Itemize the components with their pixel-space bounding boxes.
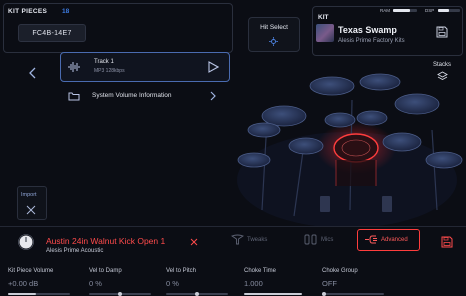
back-button[interactable] [27, 66, 39, 80]
volume-knob[interactable] [18, 234, 34, 250]
chevron-right-icon [210, 91, 216, 101]
drum-kit-view[interactable] [232, 60, 466, 226]
tab-advanced-label: Advanced [381, 237, 408, 243]
dsp-meter-fill [438, 9, 449, 12]
param-choke-time-value[interactable]: 1.000 [244, 279, 263, 288]
kit-piece-volume-slider-fill [8, 293, 36, 295]
kit-subtitle: Alesis Prime Factory Kits [338, 38, 405, 44]
kit-thumbnail [316, 24, 334, 42]
save-piece-button[interactable] [441, 236, 453, 248]
param-vel-to-pitch-label: Vel to Pitch [166, 268, 197, 274]
track-title: Track 1 [94, 59, 114, 65]
param-kit-piece-volume-value[interactable]: +0.00 dB [8, 279, 38, 288]
kit-code-field[interactable]: FC4B-14E7 [18, 24, 86, 42]
choke-time-slider[interactable] [244, 293, 302, 295]
chevron-left-icon [29, 67, 36, 79]
dsp-label: DSP [425, 8, 435, 13]
param-vel-to-damp-value[interactable]: 0 % [89, 279, 102, 288]
tom-2[interactable] [356, 110, 388, 126]
param-vel-to-damp-label: Vel to Damp [89, 268, 122, 274]
clear-piece-button[interactable] [190, 238, 198, 246]
param-kit-piece-volume-label: Kit Piece Volume [8, 268, 54, 274]
tweaks-icon [231, 234, 244, 245]
param-choke-group-value[interactable]: OFF [322, 279, 337, 288]
piece-subtitle: Alesis Prime Acoustic [46, 248, 104, 254]
kit-pieces-label: KIT PIECES [8, 8, 48, 15]
kit-label: KIT [318, 14, 329, 21]
kick-drum[interactable] [333, 133, 379, 186]
cymbal-ride[interactable] [394, 93, 440, 115]
target-icon [269, 37, 278, 46]
close-icon [190, 238, 198, 246]
save-kit-button[interactable] [436, 26, 448, 38]
play-icon [208, 61, 219, 73]
import-label: Import [21, 192, 37, 198]
folder-label: System Volume Information [92, 92, 172, 99]
track-subtitle: MP3 128kbps [94, 68, 125, 74]
piece-name: Austin 24in Walnut Kick Open 1 [46, 236, 166, 246]
pad-right[interactable] [425, 151, 463, 169]
close-icon [26, 205, 36, 215]
choke-group-slider-handle[interactable] [322, 292, 326, 296]
save-icon [441, 236, 453, 248]
save-icon [436, 26, 448, 38]
cymbal-top[interactable] [359, 73, 401, 91]
divider [0, 226, 466, 227]
hit-select-label: Hit Select [260, 24, 288, 31]
folder-open-button[interactable] [208, 90, 218, 102]
tab-mics-label: Mics [321, 237, 334, 243]
choke-group-slider[interactable] [322, 293, 384, 295]
vel-to-pitch-slider-handle[interactable] [195, 292, 199, 296]
mics-icon [304, 234, 317, 245]
waveform-icon [68, 62, 80, 72]
ram-label: RAM [380, 8, 390, 13]
pad-hihat[interactable] [247, 122, 281, 138]
dsp-meter [438, 9, 460, 12]
cymbal-crash[interactable] [309, 76, 355, 96]
kit-pieces-count: 18 [62, 8, 70, 15]
ram-meter [393, 9, 417, 12]
param-choke-group-label: Choke Group [322, 268, 358, 274]
vel-to-damp-slider-handle[interactable] [118, 292, 122, 296]
ram-meter-fill [393, 9, 410, 12]
hit-select-button[interactable] [248, 17, 300, 52]
knob-icon [18, 234, 34, 250]
play-button[interactable] [207, 61, 219, 73]
tab-tweaks-label: Tweaks [247, 237, 268, 243]
param-choke-time-label: Choke Time [244, 268, 277, 274]
snare[interactable] [288, 137, 324, 155]
floor-tom[interactable] [382, 132, 422, 152]
kit-code-value: FC4B-14E7 [32, 29, 72, 37]
track-item[interactable] [60, 52, 230, 82]
param-vel-to-pitch-value[interactable]: 0 % [166, 279, 179, 288]
pad-left-low[interactable] [237, 152, 271, 168]
tom-1[interactable] [324, 112, 356, 128]
kit-name: Texas Swamp [338, 25, 397, 35]
advanced-icon [364, 234, 378, 245]
folder-icon [68, 91, 80, 101]
